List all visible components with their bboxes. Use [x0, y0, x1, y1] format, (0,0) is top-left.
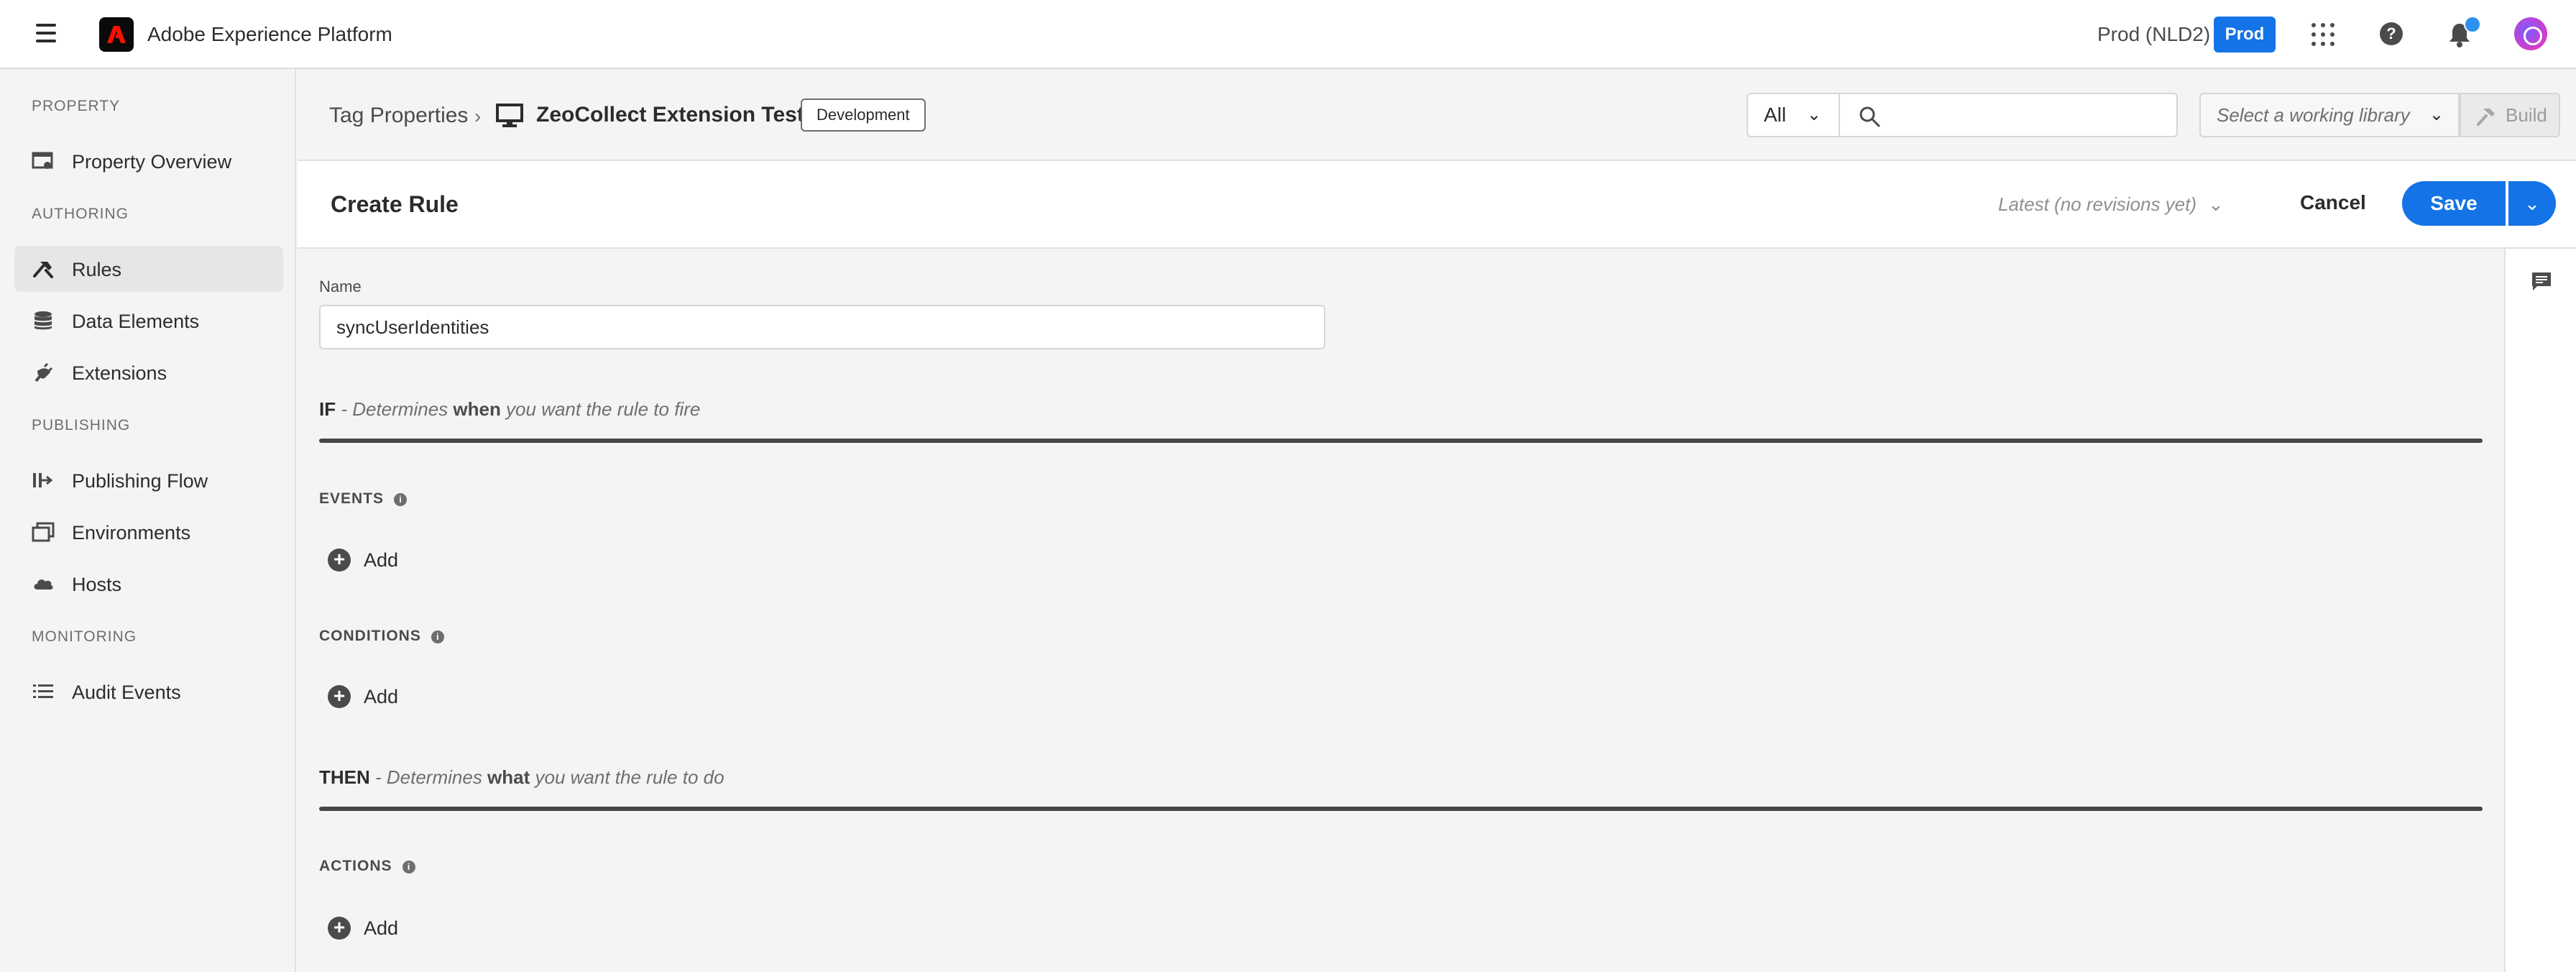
adobe-logo-icon[interactable]	[99, 17, 134, 52]
notification-badge	[2464, 16, 2481, 33]
add-condition-label: Add	[364, 686, 399, 707]
sidebar-item-label: Hosts	[72, 574, 122, 595]
search-filter-select[interactable]: All ⌄	[1747, 93, 1840, 137]
list-icon	[33, 684, 53, 698]
rules-icon	[33, 262, 53, 278]
events-heading: EVENTS i	[319, 490, 408, 508]
chevron-down-icon: ⌄	[2524, 193, 2540, 214]
then-clause-suffix: you want the rule to do	[530, 766, 724, 788]
add-circle-icon: +	[328, 917, 351, 940]
rule-name-input[interactable]: syncUserIdentities	[319, 305, 1325, 349]
environment-status-badge: Development	[801, 98, 926, 132]
if-divider	[319, 439, 2483, 443]
info-icon[interactable]: i	[402, 861, 415, 874]
sidebar-item-label: Audit Events	[72, 682, 181, 703]
sidebar-section-authoring: AUTHORING	[32, 206, 129, 222]
sidebar-item-audit-events[interactable]: Audit Events	[14, 669, 283, 715]
hammer-icon	[2477, 109, 2495, 126]
save-options-button[interactable]: ⌄	[2508, 181, 2556, 226]
environment-badge[interactable]: Prod	[2214, 17, 2276, 52]
top-bar: Adobe Experience Platform Prod (NLD2) Pr…	[0, 0, 2576, 69]
cancel-button[interactable]: Cancel	[2300, 191, 2366, 214]
then-clause-heading: THEN - Determines what you want the rule…	[319, 766, 724, 789]
sidebar-item-label: Extensions	[72, 362, 167, 384]
build-button[interactable]: Build	[2460, 93, 2560, 137]
actions-heading: ACTIONS i	[319, 858, 415, 875]
comment-icon[interactable]	[2530, 270, 2553, 293]
if-clause-prefix: - Determines	[336, 398, 454, 420]
then-keyword: THEN	[319, 766, 370, 788]
search-filter-value: All	[1764, 104, 1787, 126]
flow-icon	[33, 473, 53, 487]
sidebar-item-environments[interactable]: Environments	[14, 509, 283, 555]
breadcrumb-chevron-icon: ›	[474, 105, 482, 127]
revision-select[interactable]: Latest (no revisions yet) ⌄	[1998, 193, 2224, 216]
monitor-icon	[496, 104, 523, 127]
app-title: Adobe Experience Platform	[147, 23, 392, 45]
breadcrumb-root-link[interactable]: Tag Properties	[329, 104, 468, 128]
sidebar-item-extensions[interactable]: Extensions	[14, 349, 283, 395]
revision-label: Latest (no revisions yet)	[1998, 193, 2197, 215]
save-button[interactable]: Save	[2402, 181, 2506, 226]
add-action-label: Add	[364, 917, 399, 939]
sidebar-item-rules[interactable]: Rules	[14, 246, 283, 292]
apps-grid-icon[interactable]	[2312, 23, 2334, 46]
property-header: Tag Properties › ZeoCollect Extension Te…	[298, 69, 2576, 161]
help-icon[interactable]: ?	[2380, 22, 2403, 45]
hamburger-menu-icon[interactable]	[36, 24, 56, 42]
then-clause-emphasis: what	[487, 766, 530, 788]
conditions-heading: CONDITIONS i	[319, 628, 444, 645]
page-title: Create Rule	[331, 191, 459, 217]
sidebar-item-publishing-flow[interactable]: Publishing Flow	[14, 457, 283, 503]
sidebar-item-property-overview[interactable]: Property Overview	[14, 138, 283, 184]
if-clause-emphasis: when	[453, 398, 501, 420]
working-library-select[interactable]: Select a working library ⌄	[2199, 93, 2460, 137]
sidebar-section-publishing: PUBLISHING	[32, 417, 131, 434]
breadcrumb-property-name: ZeoCollect Extension Test	[536, 103, 804, 127]
search-icon	[1859, 106, 1880, 127]
build-label: Build	[2506, 104, 2547, 126]
rule-toolbar: Create Rule Latest (no revisions yet) ⌄ C…	[298, 161, 2576, 249]
add-event-label: Add	[364, 549, 399, 571]
chevron-down-icon: ⌄	[2208, 193, 2224, 215]
search-input[interactable]	[1839, 93, 2178, 137]
then-divider	[319, 807, 2483, 811]
rule-editor: Name syncUserIdentities IF - Determines …	[298, 249, 2504, 972]
property-icon	[32, 152, 53, 169]
events-heading-label: EVENTS	[319, 490, 385, 507]
cloud-icon	[34, 579, 53, 590]
if-clause-suffix: you want the rule to fire	[500, 398, 701, 420]
add-circle-icon: +	[328, 549, 351, 572]
sidebar-item-data-elements[interactable]: Data Elements	[14, 298, 283, 344]
sidebar-section-monitoring: MONITORING	[32, 628, 137, 645]
sidebar-section-property: PROPERTY	[32, 98, 121, 114]
if-clause-heading: IF - Determines when you want the rule t…	[319, 398, 700, 421]
database-icon	[34, 311, 52, 330]
add-circle-icon: +	[328, 685, 351, 708]
sidebar-item-label: Property Overview	[72, 151, 232, 173]
plug-icon	[34, 362, 53, 382]
right-rail	[2504, 249, 2576, 972]
sidebar-item-label: Data Elements	[72, 311, 200, 332]
sidebar-item-label: Environments	[72, 522, 191, 544]
sidebar: PROPERTY Property Overview AUTHORING Rul…	[0, 69, 296, 972]
chevron-down-icon: ⌄	[1806, 105, 1821, 124]
avatar[interactable]	[2514, 17, 2547, 50]
then-clause-prefix: - Determines	[369, 766, 488, 788]
sidebar-item-label: Rules	[72, 259, 122, 280]
working-library-placeholder: Select a working library	[2217, 104, 2410, 126]
actions-heading-label: ACTIONS	[319, 858, 392, 874]
environments-icon	[32, 522, 55, 542]
environment-label: Prod (NLD2)	[2097, 23, 2211, 45]
conditions-heading-label: CONDITIONS	[319, 628, 421, 644]
chevron-down-icon: ⌄	[2429, 105, 2444, 124]
sidebar-item-label: Publishing Flow	[72, 470, 208, 492]
sidebar-item-hosts[interactable]: Hosts	[14, 561, 283, 607]
name-field-label: Name	[319, 278, 362, 295]
info-icon[interactable]: i	[431, 631, 444, 643]
if-keyword: IF	[319, 398, 336, 420]
info-icon[interactable]: i	[394, 493, 408, 506]
